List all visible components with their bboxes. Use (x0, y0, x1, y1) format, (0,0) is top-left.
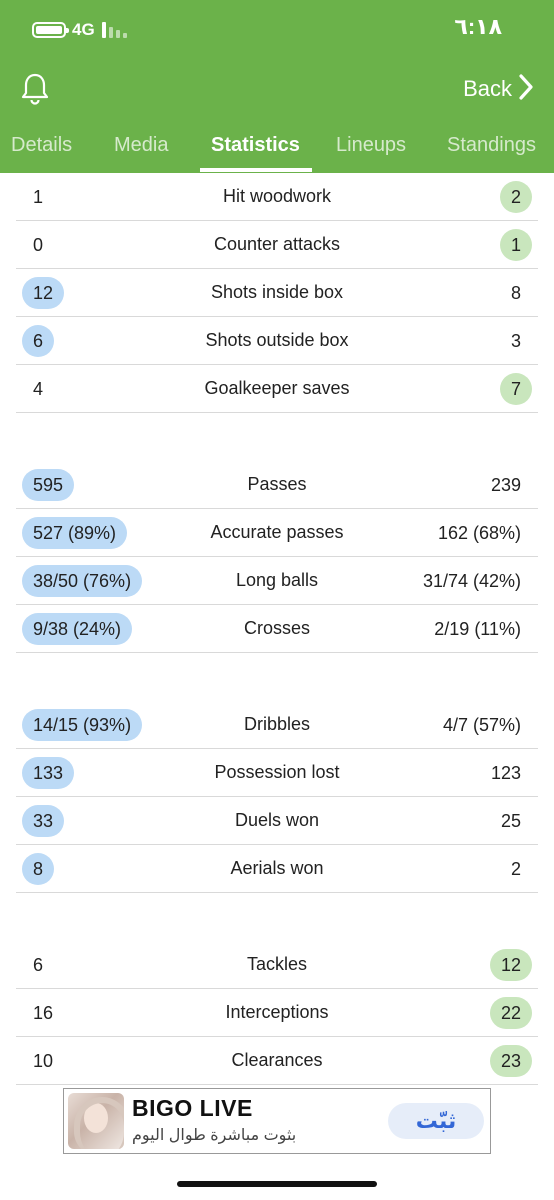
ad-thumbnail (68, 1093, 124, 1149)
stat-row: 9/38 (24%) Crosses 2/19 (11%) (16, 605, 538, 653)
ad-title: BIGO LIVE (132, 1095, 253, 1121)
away-value: 8 (510, 283, 521, 303)
chevron-right-icon (518, 73, 534, 106)
stat-label: Clearances (231, 1050, 323, 1070)
stat-label: Tackles (246, 954, 308, 974)
stat-row: 1 Hit woodwork 2 (16, 173, 538, 221)
away-value: 2 (510, 859, 521, 879)
stat-row: 16 Interceptions 22 (16, 989, 538, 1037)
active-tab-indicator (200, 168, 312, 172)
away-value: 23 (489, 1045, 532, 1077)
away-value: 4/7 (57%) (442, 715, 521, 735)
stat-row: 527 (89%) Accurate passes 162 (68%) (16, 509, 538, 557)
stat-label: Possession lost (214, 762, 340, 782)
tab-details[interactable]: Details (11, 134, 72, 157)
stat-label: Duels won (234, 810, 320, 830)
away-value: 3 (510, 331, 521, 351)
statistics-list[interactable]: 1 Hit woodwork 2 0 Counter attacks 1 12 … (16, 173, 538, 1085)
stat-row: 14/15 (93%) Dribbles 4/7 (57%) (16, 701, 538, 749)
stat-row: 8 Aerials won 2 (16, 845, 538, 893)
ad-install-button[interactable]: ثبّت (388, 1103, 484, 1139)
away-value: 31/74 (42%) (422, 571, 521, 591)
away-value: 22 (489, 997, 532, 1029)
stat-row: 133 Possession lost 123 (16, 749, 538, 797)
away-value: 239 (490, 475, 521, 495)
tab-standings[interactable]: Standings (447, 134, 536, 157)
away-value: 162 (68%) (437, 523, 521, 543)
network-type: 4G (72, 20, 95, 39)
tab-bar: Details Media Statistics Lineups Standin… (0, 128, 554, 173)
stat-label: Counter attacks (213, 234, 341, 254)
stat-label: Shots inside box (210, 282, 344, 302)
app-header: 4G ٦:١٨ Back Details Media Statistics Li… (0, 0, 554, 173)
stat-label: Aerials won (230, 858, 324, 878)
stat-row: 0 Counter attacks 1 (16, 221, 538, 269)
stat-label: Interceptions (225, 1002, 329, 1022)
away-value: 12 (489, 949, 532, 981)
back-button[interactable]: Back (463, 73, 534, 106)
tab-lineups[interactable]: Lineups (336, 134, 406, 157)
ad-banner[interactable]: BIGO LIVE بثوت مباشرة طوال اليوم ثبّت (63, 1088, 491, 1154)
away-value: 2/19 (11%) (434, 619, 521, 639)
stat-row: 4 Goalkeeper saves 7 (16, 365, 538, 413)
tab-statistics[interactable]: Statistics (211, 134, 300, 157)
away-value: 7 (499, 373, 532, 405)
away-value: 25 (500, 811, 521, 831)
stat-row: 6 Tackles 12 (16, 941, 538, 989)
home-indicator[interactable] (177, 1181, 377, 1187)
stat-label: Goalkeeper saves (204, 378, 350, 398)
stat-row: 33 Duels won 25 (16, 797, 538, 845)
back-label: Back (463, 76, 512, 101)
stat-label: Hit woodwork (222, 186, 332, 206)
tab-media[interactable]: Media (114, 134, 168, 157)
stat-label: Passes (247, 474, 307, 494)
stat-row: 10 Clearances 23 (16, 1037, 538, 1085)
stat-row: 595 Passes 239 (16, 461, 538, 509)
stat-row: 38/50 (76%) Long balls 31/74 (42%) (16, 557, 538, 605)
stat-row: 6 Shots outside box 3 (16, 317, 538, 365)
status-bar: 4G ٦:١٨ (0, 0, 554, 60)
status-time: ٦:١٨ (454, 14, 502, 39)
ad-subtitle: بثوت مباشرة طوال اليوم (132, 1127, 297, 1144)
stat-label: Shots outside box (205, 330, 349, 350)
bell-icon[interactable] (20, 72, 50, 106)
away-value: 123 (490, 763, 521, 783)
stat-row: 12 Shots inside box 8 (16, 269, 538, 317)
battery-icon (32, 22, 69, 38)
away-value: 1 (499, 229, 532, 261)
signal-icon (102, 22, 130, 38)
away-value: 2 (499, 181, 532, 213)
